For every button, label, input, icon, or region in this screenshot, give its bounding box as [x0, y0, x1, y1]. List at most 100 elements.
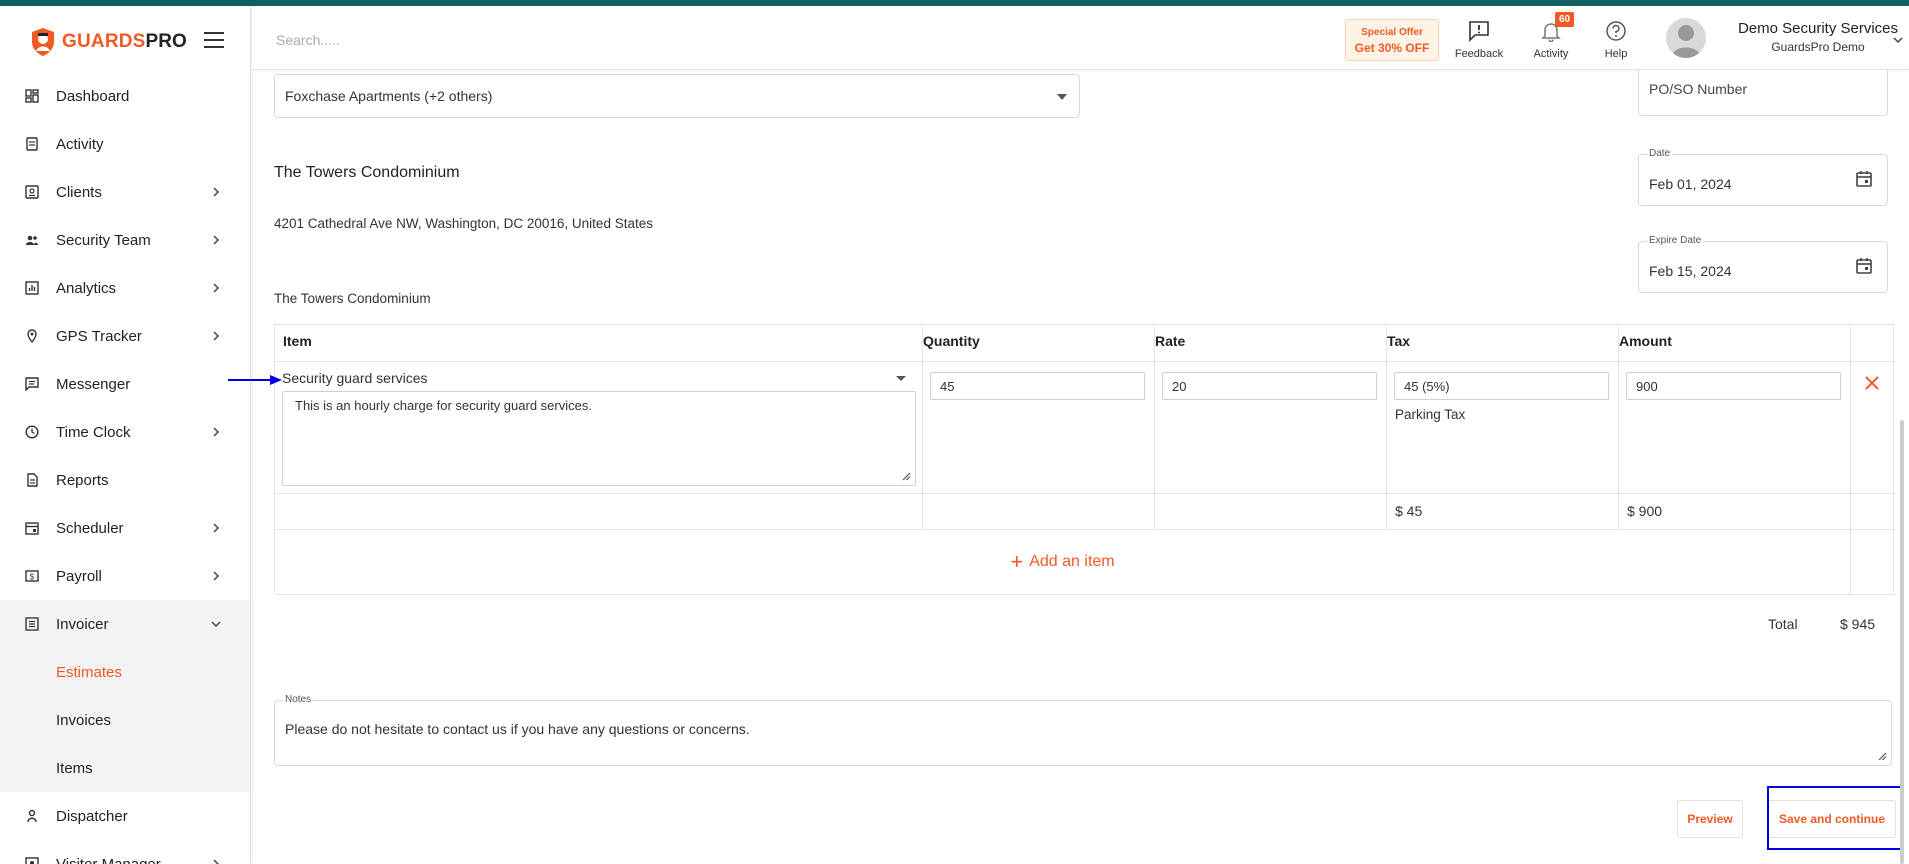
- resize-handle-icon[interactable]: [1877, 751, 1887, 761]
- plus-icon: +: [1010, 549, 1024, 574]
- help-icon: [1606, 21, 1626, 41]
- location-select[interactable]: Foxchase Apartments (+2 others): [274, 74, 1080, 118]
- sidebar-item-label: Dispatcher: [56, 807, 128, 825]
- item-description-text: This is an hourly charge for security gu…: [295, 398, 592, 413]
- sidebar-item-label: Messenger: [56, 375, 131, 393]
- sidebar-item-label: Activity: [56, 135, 104, 153]
- highlight-box: [1767, 786, 1903, 850]
- analytics-icon: [24, 280, 40, 296]
- expire-date-label: Expire Date: [1647, 235, 1704, 246]
- brand-logo[interactable]: GUARDS PRO: [30, 24, 187, 60]
- sidebar-item-analytics[interactable]: Analytics: [0, 264, 250, 312]
- chevron-right-icon: [213, 187, 220, 197]
- sidebar-item-label: Dashboard: [56, 87, 130, 105]
- invoice-icon: [24, 616, 40, 632]
- sidebar-item-label: Payroll: [56, 567, 102, 585]
- add-item-label: Add an item: [1029, 553, 1115, 570]
- activity-icon: [24, 136, 40, 152]
- special-offer-button[interactable]: Special Offer Get 30% OFF: [1345, 19, 1439, 61]
- sidebar-item-visitor-manager[interactable]: Visitor Manager: [0, 840, 250, 864]
- sidebar-item-security-team[interactable]: Security Team: [0, 216, 250, 264]
- column-header-item: Item: [283, 333, 312, 349]
- feedback-icon: [1469, 21, 1489, 42]
- amount-input[interactable]: 900: [1626, 372, 1841, 400]
- search-input[interactable]: [276, 28, 576, 52]
- item-select[interactable]: Security guard services: [282, 370, 916, 392]
- clients-icon: [24, 184, 40, 200]
- sidebar-item-label: Analytics: [56, 279, 117, 297]
- preview-button[interactable]: Preview: [1677, 800, 1743, 838]
- chevron-down-icon[interactable]: [1892, 34, 1904, 46]
- menu-toggle-icon[interactable]: [204, 32, 224, 48]
- offer-line1: Special Offer: [1361, 27, 1423, 38]
- amount-subtotal: $ 900: [1627, 503, 1663, 519]
- annotation-arrow-icon: [228, 375, 282, 385]
- sidebar-item-messenger[interactable]: Messenger: [0, 360, 250, 408]
- date-label: Date: [1647, 148, 1673, 159]
- resize-handle-icon[interactable]: [901, 471, 911, 481]
- sidebar-item-dashboard[interactable]: Dashboard: [0, 72, 250, 120]
- column-header-amount: Amount: [1619, 333, 1672, 349]
- client-address: 4201 Cathedral Ave NW, Washington, DC 20…: [274, 216, 653, 231]
- client-name-secondary: The Towers Condominium: [274, 291, 431, 306]
- add-item-button[interactable]: + Add an item: [275, 530, 1850, 594]
- sidebar-nav: Dashboard Activity Clients Security Team…: [0, 72, 250, 864]
- team-icon: [24, 232, 40, 248]
- expire-date-value: Feb 15, 2024: [1649, 263, 1732, 279]
- dashboard-icon: [24, 88, 40, 104]
- calendar-icon[interactable]: [1855, 257, 1873, 275]
- sidebar-item-invoicer[interactable]: Invoicer: [0, 600, 250, 648]
- report-icon: [24, 472, 40, 488]
- avatar[interactable]: [1666, 18, 1706, 58]
- item-description-textarea[interactable]: This is an hourly charge for security gu…: [282, 391, 916, 486]
- dropdown-caret-icon: [896, 376, 906, 381]
- column-divider: [922, 325, 923, 529]
- user-menu[interactable]: Demo Security Services GuardsPro Demo: [1718, 20, 1909, 54]
- user-org: GuardsPro Demo: [1771, 40, 1865, 54]
- sidebar-item-activity[interactable]: Activity: [0, 120, 250, 168]
- row-divider: [275, 594, 1895, 595]
- sidebar-item-payroll[interactable]: $ Payroll: [0, 552, 250, 600]
- activity-button[interactable]: 60 Activity: [1521, 12, 1581, 60]
- sidebar-item-clients[interactable]: Clients: [0, 168, 250, 216]
- tax-select[interactable]: 45 (5%): [1394, 372, 1609, 400]
- sidebar-item-label: Clients: [56, 183, 102, 201]
- sidebar-item-reports[interactable]: Reports: [0, 456, 250, 504]
- chevron-right-icon: [213, 283, 220, 293]
- activity-badge: 60: [1555, 12, 1575, 27]
- feedback-label: Feedback: [1454, 48, 1504, 60]
- visitor-icon: [24, 856, 40, 864]
- sidebar-item-scheduler[interactable]: Scheduler: [0, 504, 250, 552]
- notes-field[interactable]: Notes Please do not hesitate to contact …: [274, 694, 1892, 766]
- calendar-icon[interactable]: [1855, 170, 1873, 188]
- rate-input[interactable]: 20: [1162, 372, 1377, 400]
- chevron-right-icon: [213, 331, 220, 341]
- scrollbar[interactable]: [1900, 420, 1904, 864]
- feedback-button[interactable]: Feedback: [1449, 20, 1509, 60]
- sidebar-item-time-clock[interactable]: Time Clock: [0, 408, 250, 456]
- help-button[interactable]: Help: [1586, 20, 1646, 60]
- column-divider: [1850, 325, 1851, 594]
- expire-date-field[interactable]: Expire Date Feb 15, 2024: [1638, 235, 1888, 293]
- chevron-down-icon: [211, 621, 221, 628]
- sidebar-subitem-invoices[interactable]: Invoices: [0, 696, 250, 744]
- sidebar-item-dispatcher[interactable]: Dispatcher: [0, 792, 250, 840]
- location-select-value: Foxchase Apartments (+2 others): [285, 88, 493, 104]
- sidebar-subitem-estimates[interactable]: Estimates: [0, 648, 250, 696]
- tax-subtotal: $ 45: [1395, 503, 1423, 519]
- sidebar-subitem-items[interactable]: Items: [0, 744, 250, 792]
- quantity-input[interactable]: 45: [930, 372, 1145, 400]
- line-items-table: Item Quantity Rate Tax Amount Security g…: [274, 324, 1895, 595]
- brand-name-part1: GUARDS: [62, 31, 146, 52]
- sidebar-item-label: Invoicer: [56, 615, 109, 633]
- sidebar-item-label: Time Clock: [56, 423, 131, 441]
- delete-row-icon[interactable]: [1864, 375, 1880, 391]
- estimate-form: Foxchase Apartments (+2 others) PO/SO Nu…: [252, 70, 1909, 864]
- user-name: Demo Security Services: [1737, 20, 1899, 37]
- date-field[interactable]: Date Feb 01, 2024: [1638, 148, 1888, 206]
- sidebar-item-label: Reports: [56, 471, 109, 489]
- po-so-number-field[interactable]: PO/SO Number: [1638, 70, 1888, 116]
- sidebar-item-gps-tracker[interactable]: GPS Tracker: [0, 312, 250, 360]
- sidebar: GUARDS PRO Dashboard Activity Clients Sec…: [0, 6, 251, 864]
- calendar-icon: [24, 520, 40, 536]
